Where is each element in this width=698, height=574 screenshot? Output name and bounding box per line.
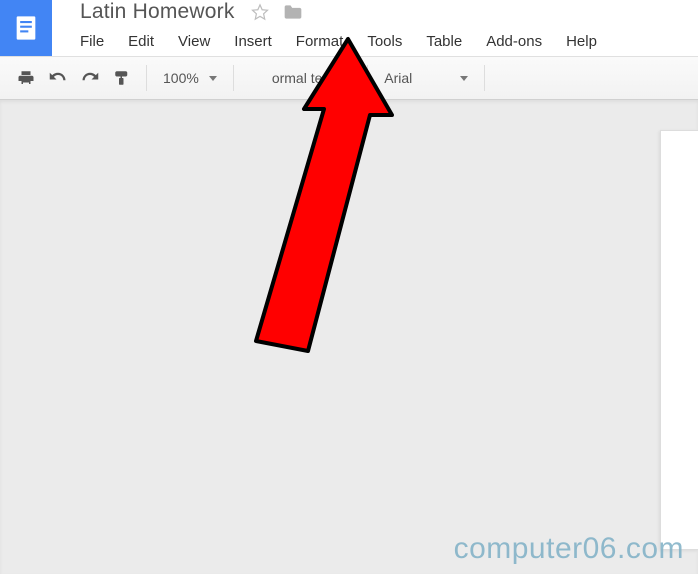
paragraph-style-value: ormal text (272, 70, 333, 86)
font-value: Arial (384, 70, 412, 86)
menu-format[interactable]: Format (284, 28, 356, 55)
header: Latin Homework File Edit View Insert For… (0, 0, 698, 56)
separator (484, 65, 485, 91)
watermark: computer06.com (454, 532, 684, 566)
document-icon (12, 14, 40, 42)
paint-format-icon (113, 69, 131, 87)
toolbar: 100% N ormal text Arial (0, 56, 698, 100)
document-title[interactable]: Latin Homework (80, 0, 235, 24)
document-canvas[interactable] (0, 100, 698, 574)
redo-icon (81, 69, 99, 87)
star-icon[interactable] (251, 3, 269, 21)
chevron-down-icon (209, 76, 217, 81)
chevron-down-icon (460, 76, 468, 81)
menu-insert[interactable]: Insert (222, 28, 284, 55)
menu-table[interactable]: Table (414, 28, 474, 55)
menu-help[interactable]: Help (554, 28, 609, 55)
menu-file[interactable]: File (80, 28, 116, 55)
separator (233, 65, 234, 91)
undo-icon (49, 69, 67, 87)
menu-edit[interactable]: Edit (116, 28, 166, 55)
header-right: Latin Homework File Edit View Insert For… (52, 0, 698, 55)
zoom-dropdown[interactable]: 100% (155, 62, 225, 94)
print-button[interactable] (10, 62, 42, 94)
menubar: File Edit View Insert Format Tools Table… (80, 28, 698, 55)
separator (367, 65, 368, 91)
folder-icon[interactable] (283, 3, 303, 21)
menu-view[interactable]: View (166, 28, 222, 55)
separator (146, 65, 147, 91)
title-row: Latin Homework (80, 0, 698, 22)
menu-addons[interactable]: Add-ons (474, 28, 554, 55)
docs-logo[interactable] (0, 0, 52, 56)
document-page[interactable] (660, 130, 698, 550)
paint-format-button[interactable] (106, 62, 138, 94)
zoom-value: 100% (163, 70, 199, 86)
print-icon (17, 69, 35, 87)
chevron-down-icon (343, 76, 351, 81)
paragraph-style-dropdown[interactable]: N ormal text (242, 62, 359, 94)
menu-tools[interactable]: Tools (355, 28, 414, 55)
font-dropdown[interactable]: Arial (376, 62, 476, 94)
redo-button[interactable] (74, 62, 106, 94)
undo-button[interactable] (42, 62, 74, 94)
